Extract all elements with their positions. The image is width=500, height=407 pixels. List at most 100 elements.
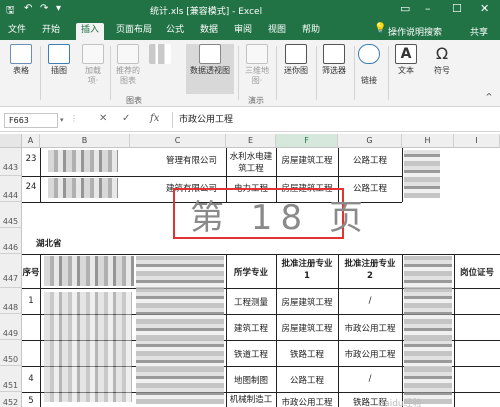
undo-icon[interactable]: ↶ (24, 3, 32, 14)
column-header-g[interactable]: G (338, 134, 402, 148)
cell[interactable]: 23 (22, 154, 40, 164)
save-icon[interactable]: 🖫 (6, 3, 15, 20)
table-header-cell[interactable]: 序号 (22, 266, 40, 278)
tables-button[interactable]: 表格 (6, 44, 36, 76)
formula-bar: F663 ▾ ⋮ ✕ ✓ fx 市政公用工程 (0, 108, 500, 132)
maximize-icon[interactable]: ☐ (452, 2, 462, 15)
column-header-i[interactable]: I (454, 134, 500, 148)
row-header-444[interactable]: 444 (0, 176, 22, 202)
table-header-cell[interactable]: 岗位证号 (454, 266, 500, 278)
row-header-448[interactable]: 448 (0, 288, 22, 314)
row-header-443[interactable]: 443 (0, 148, 22, 176)
select-all-corner[interactable] (0, 134, 22, 148)
row-header-446[interactable]: 446 (0, 228, 22, 254)
cell[interactable]: 筑工程 (226, 162, 276, 174)
cell[interactable]: 机械制造工 (226, 393, 276, 405)
collapse-ribbon-icon[interactable]: ^ (482, 92, 496, 101)
cell[interactable]: 公路工程 (338, 154, 402, 166)
table-header-cell[interactable]: 1 (276, 271, 338, 281)
illustrations-button[interactable]: 插图 (44, 44, 74, 76)
filters-button[interactable]: 筛选器 (318, 44, 350, 76)
row-header-451[interactable]: 451 (0, 366, 22, 392)
watermark-text: Baidu经验 (378, 399, 422, 407)
row-header-445[interactable]: 445 (0, 202, 22, 228)
cell[interactable]: 房屋建筑工程 (276, 322, 338, 334)
cell[interactable]: 水利水电建 (226, 150, 276, 162)
customize-qat-icon[interactable]: ▾ (56, 3, 61, 14)
cell[interactable]: 地图制图 (226, 374, 276, 386)
table-icon (10, 44, 32, 64)
symbols-button[interactable]: Ω 符号 (430, 44, 454, 76)
insert-function-icon[interactable]: fx (150, 113, 159, 124)
cell[interactable]: 铁道工程 (226, 348, 276, 360)
column-header-f[interactable]: F (276, 134, 338, 148)
redo-icon[interactable]: ↷ (40, 3, 48, 14)
recommended-charts-button[interactable]: 推荐的 图表 (112, 44, 144, 86)
chart-types-button[interactable] (148, 44, 172, 66)
cell[interactable]: 5 (22, 396, 40, 406)
formula-input[interactable]: 市政公用工程 (172, 112, 492, 128)
cell[interactable]: / (338, 296, 402, 306)
table-header-cell[interactable]: 所学专业 (226, 266, 276, 278)
more-icon: ⋮ (70, 114, 78, 123)
tab-insert[interactable]: 插入 (76, 23, 104, 40)
cancel-icon[interactable]: ✕ (99, 113, 107, 124)
name-box[interactable]: F663 (4, 113, 58, 128)
3d-map-button[interactable]: 三维地 图· (242, 44, 272, 86)
column-header-b[interactable]: B (40, 134, 130, 148)
column-header-h[interactable]: H (402, 134, 454, 148)
charts-group-label: 图表 (126, 96, 142, 105)
cell[interactable]: 公路工程 (276, 374, 338, 386)
tab-help[interactable]: 帮助 (298, 23, 324, 40)
column-header-e[interactable]: E (226, 134, 276, 148)
table-header-cell[interactable]: 批准注册专业 (338, 257, 402, 269)
enter-icon[interactable]: ✓ (122, 113, 130, 124)
cell[interactable]: 24 (22, 182, 40, 192)
cell[interactable]: 管理有限公司 (166, 154, 226, 166)
cell[interactable]: 建筑工程 (226, 322, 276, 334)
link-button[interactable]: 链接 (356, 44, 382, 86)
share-button[interactable]: 共享 (470, 25, 488, 38)
tab-data[interactable]: 数据 (196, 23, 222, 40)
name-box-dropdown-icon[interactable]: ▾ (60, 116, 64, 124)
text-icon: A (395, 44, 417, 64)
redacted-cell (44, 256, 134, 286)
tab-formulas[interactable]: 公式 (162, 23, 188, 40)
pivot-chart-button[interactable]: 数据透视图 (186, 44, 234, 94)
row-header-449[interactable]: 449 (0, 314, 22, 340)
cell[interactable]: 铁路工程 (276, 348, 338, 360)
table-header-cell[interactable]: 2 (338, 271, 402, 281)
cell[interactable]: 市政公用工程 (338, 322, 402, 334)
cell[interactable]: 1 (22, 296, 40, 306)
ribbon-tabs: 文件 开始 插入 页面布局 公式 数据 审阅 视图 帮助 💡 操作说明搜索 共享 (0, 20, 500, 40)
tab-view[interactable]: 视图 (264, 23, 290, 40)
row-header-447[interactable]: 447 (0, 254, 22, 288)
row-header-450[interactable]: 450 (0, 340, 22, 366)
cell[interactable]: 工程测量 (226, 296, 276, 308)
cell[interactable]: 湖北省 (36, 237, 62, 249)
tab-page-layout[interactable]: 页面布局 (114, 23, 154, 40)
tab-home[interactable]: 开始 (38, 23, 64, 40)
cell[interactable]: 市政公用工程 (338, 348, 402, 360)
tab-file[interactable]: 文件 (4, 23, 30, 40)
text-button[interactable]: A 文本 (394, 44, 418, 76)
column-header-c[interactable]: C (130, 134, 226, 148)
row-header-452[interactable]: 452 (0, 392, 22, 407)
cell[interactable]: 房屋建筑工程 (276, 154, 338, 166)
cell[interactable]: 市政公用工程 (276, 396, 338, 407)
cell[interactable]: 房屋建筑工程 (276, 296, 338, 308)
ribbon-display-icon[interactable]: ▭ (400, 2, 410, 15)
tab-review[interactable]: 审阅 (230, 23, 256, 40)
column-header-a[interactable]: A (22, 134, 40, 148)
cell[interactable]: 4 (22, 374, 40, 384)
tell-me-search[interactable]: 操作说明搜索 (388, 25, 442, 38)
minimize-icon[interactable]: – (425, 2, 431, 15)
close-icon[interactable]: ✕ (480, 2, 489, 15)
worksheet-grid[interactable]: A B C E F G H I 443 444 445 446 447 448 … (0, 134, 500, 407)
add-ins-button[interactable]: 加载 项· (80, 44, 106, 86)
sparklines-button[interactable]: 迷你图 (280, 44, 312, 76)
table-header-cell[interactable]: 批准注册专业 (276, 257, 338, 269)
cell[interactable]: / (338, 374, 402, 384)
page-number-label: 第 18 页 (190, 198, 371, 238)
redacted-cell (404, 150, 440, 198)
